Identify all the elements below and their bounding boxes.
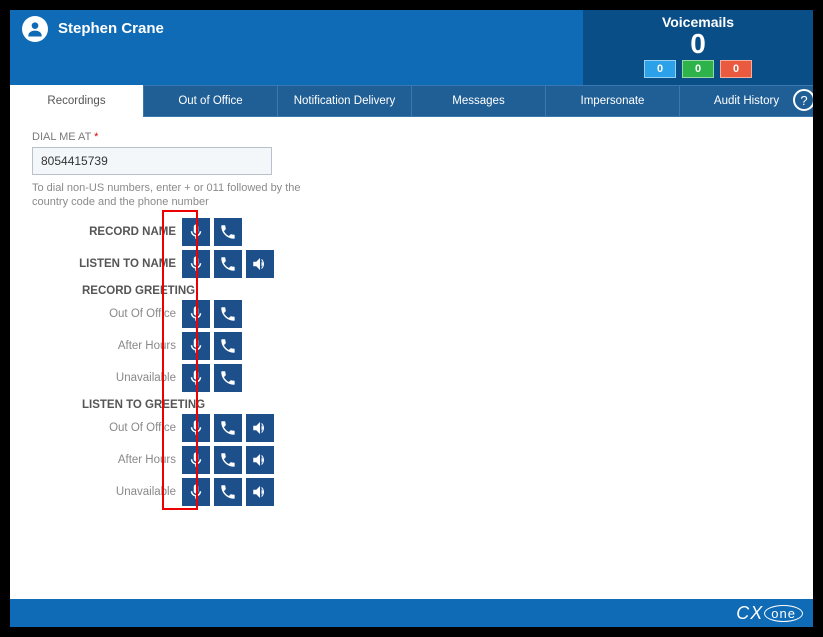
voicemails-count: 0: [583, 30, 813, 58]
rec-greet-ooo-label: Out Of Office: [32, 308, 182, 320]
record-name-phone-button[interactable]: [214, 218, 242, 246]
listen-greet-afterhours-label: After Hours: [32, 454, 182, 466]
dial-me-label-text: DIAL ME AT: [32, 131, 91, 143]
phone-icon: [219, 255, 237, 273]
record-greeting-title: RECORD GREETING: [32, 285, 791, 297]
microphone-icon: [187, 337, 205, 355]
tab-impersonate[interactable]: Impersonate: [545, 85, 679, 117]
voicemails-panel: Voicemails 0 0 0 0: [583, 10, 813, 85]
listen-greet-afterhours-phone-button[interactable]: [214, 446, 242, 474]
user-area: Stephen Crane: [10, 10, 583, 85]
tab-notification-delivery[interactable]: Notification Delivery: [277, 85, 411, 117]
phone-icon: [219, 451, 237, 469]
dial-hint: To dial non-US numbers, enter + or 011 f…: [32, 181, 312, 209]
header-bar: Stephen Crane Voicemails 0 0 0 0: [10, 10, 813, 85]
tab-out-of-office[interactable]: Out of Office: [143, 85, 277, 117]
speaker-icon: [251, 255, 269, 273]
voicemails-badges: 0 0 0: [583, 60, 813, 78]
tabs-bar: Recordings Out of Office Notification De…: [10, 85, 813, 117]
microphone-icon: [187, 419, 205, 437]
listen-name-phone-button[interactable]: [214, 250, 242, 278]
microphone-icon: [187, 451, 205, 469]
badge-new[interactable]: 0: [644, 60, 676, 78]
listen-greet-ooo-phone-button[interactable]: [214, 414, 242, 442]
listen-greet-ooo-mic-button[interactable]: [182, 414, 210, 442]
phone-icon: [219, 337, 237, 355]
listen-name-mic-button[interactable]: [182, 250, 210, 278]
content-area: DIAL ME AT * To dial non-US numbers, ent…: [10, 117, 813, 599]
microphone-icon: [187, 223, 205, 241]
microphone-icon: [187, 305, 205, 323]
tab-recordings[interactable]: Recordings: [10, 85, 143, 117]
rec-greet-unavail-phone-button[interactable]: [214, 364, 242, 392]
tab-messages[interactable]: Messages: [411, 85, 545, 117]
listen-greet-ooo-speaker-button[interactable]: [246, 414, 274, 442]
listen-greet-unavail-mic-button[interactable]: [182, 478, 210, 506]
logo-cx: CX: [736, 603, 763, 624]
rec-greet-unavail-mic-button[interactable]: [182, 364, 210, 392]
record-name-mic-button[interactable]: [182, 218, 210, 246]
listen-greet-unavail-speaker-button[interactable]: [246, 478, 274, 506]
listen-greet-afterhours-speaker-button[interactable]: [246, 446, 274, 474]
help-button[interactable]: ?: [793, 89, 815, 111]
rec-greet-afterhours-phone-button[interactable]: [214, 332, 242, 360]
rec-greet-afterhours-mic-button[interactable]: [182, 332, 210, 360]
listen-greet-unavail-label: Unavailable: [32, 486, 182, 498]
speaker-icon: [251, 451, 269, 469]
phone-icon: [219, 419, 237, 437]
rec-greet-afterhours-label: After Hours: [32, 340, 182, 352]
listen-greeting-title: LISTEN TO GREETING: [32, 399, 791, 411]
dial-me-label: DIAL ME AT *: [32, 131, 791, 143]
speaker-icon: [251, 419, 269, 437]
dial-me-input[interactable]: [32, 147, 272, 175]
rec-greet-ooo-mic-button[interactable]: [182, 300, 210, 328]
cxone-logo: CXone: [736, 603, 803, 624]
listen-to-name-label: LISTEN TO NAME: [32, 258, 182, 270]
logo-one: one: [764, 605, 803, 622]
record-name-label: RECORD NAME: [32, 226, 182, 238]
speaker-icon: [251, 483, 269, 501]
listen-greet-ooo-label: Out Of Office: [32, 422, 182, 434]
badge-urgent[interactable]: 0: [720, 60, 752, 78]
person-icon: [25, 19, 45, 39]
badge-saved[interactable]: 0: [682, 60, 714, 78]
microphone-icon: [187, 483, 205, 501]
phone-icon: [219, 223, 237, 241]
rec-greet-ooo-phone-button[interactable]: [214, 300, 242, 328]
rec-greet-unavail-label: Unavailable: [32, 372, 182, 384]
microphone-icon: [187, 369, 205, 387]
phone-icon: [219, 305, 237, 323]
avatar[interactable]: [22, 16, 48, 42]
footer-bar: CXone: [10, 599, 813, 627]
required-mark: *: [94, 131, 98, 143]
listen-greet-afterhours-mic-button[interactable]: [182, 446, 210, 474]
listen-name-speaker-button[interactable]: [246, 250, 274, 278]
phone-icon: [219, 483, 237, 501]
user-name: Stephen Crane: [58, 20, 164, 37]
phone-icon: [219, 369, 237, 387]
microphone-icon: [187, 255, 205, 273]
listen-greet-unavail-phone-button[interactable]: [214, 478, 242, 506]
